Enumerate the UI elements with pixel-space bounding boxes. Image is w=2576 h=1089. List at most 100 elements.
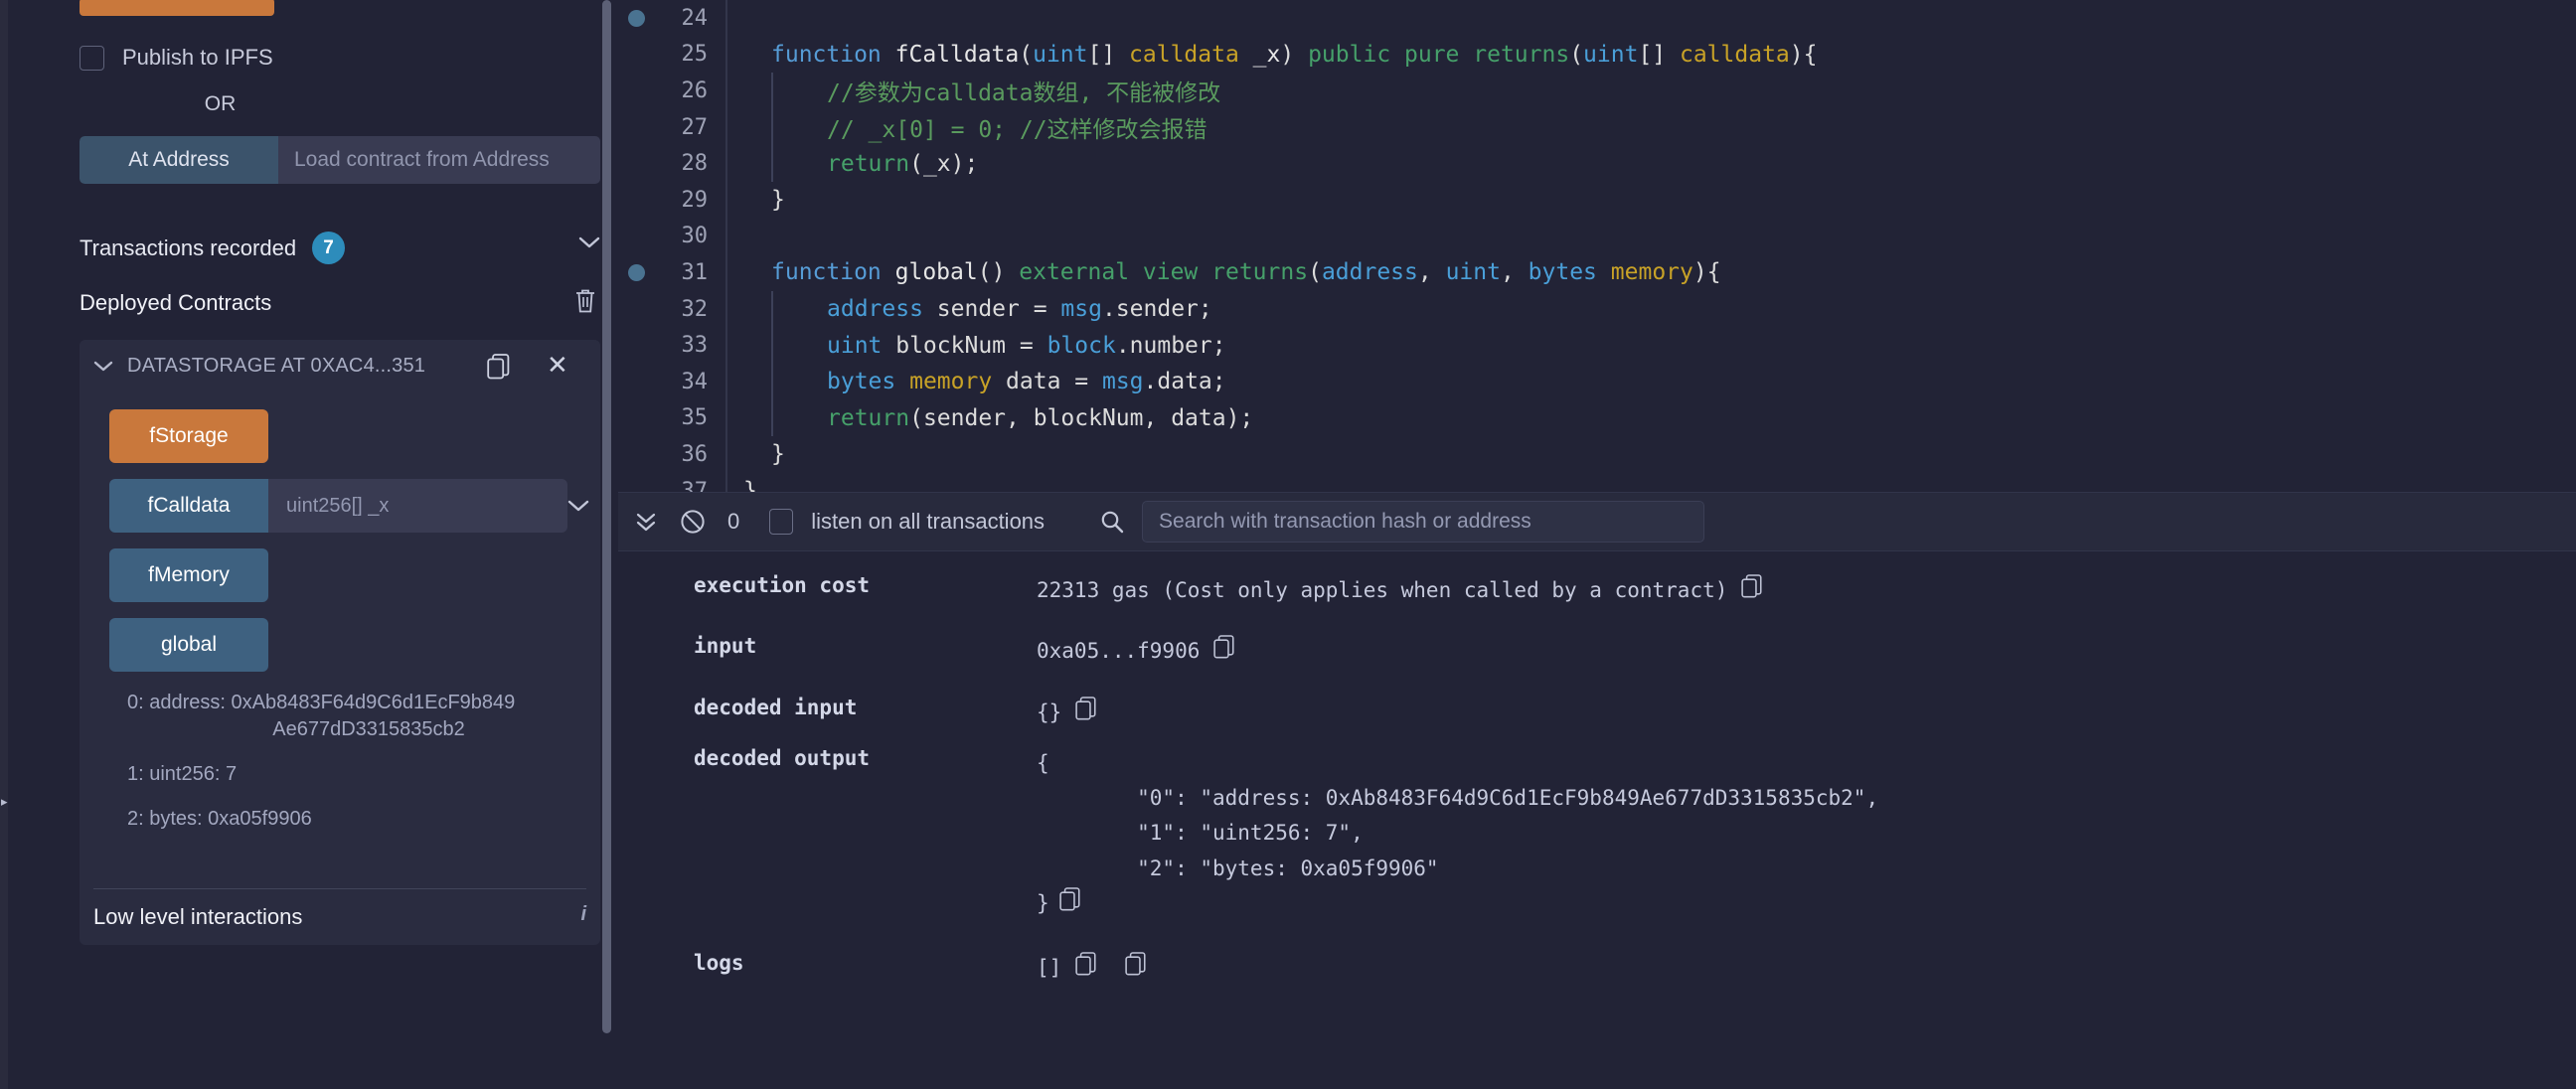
detail-value: { "0": "address: 0xAb8483F64d9C6d1EcF9b8… (1037, 746, 1878, 921)
function-button-global[interactable]: global (109, 618, 268, 672)
code-text: return(_x); (827, 151, 978, 177)
contract-function-list: fStorage fCalldata fMemory global (109, 409, 570, 672)
close-icon[interactable]: ✕ (547, 350, 568, 381)
code-text: } (743, 478, 757, 492)
function-input-fCalldata[interactable] (268, 479, 567, 533)
indent-guide (771, 364, 773, 400)
copy-icon[interactable] (487, 354, 513, 382)
listen-on-all-transactions-checkbox[interactable] (769, 509, 793, 535)
info-icon[interactable]: i (580, 903, 586, 926)
chevron-down-icon[interactable] (93, 360, 113, 373)
line-number: 36 (654, 442, 725, 467)
code-text: uint blockNum = block.number; (827, 333, 1226, 359)
transaction-detail-row: decoded output{ "0": "address: 0xAb8483F… (618, 746, 2576, 921)
indent-guide (771, 291, 773, 328)
code-text: function global() external view returns(… (771, 259, 1721, 285)
transaction-detail-row: decoded input{} (618, 696, 2576, 730)
code-line: 25function fCalldata(uint[] calldata _x)… (618, 37, 2576, 74)
indent-guide (771, 400, 773, 437)
code-line: 26//参数为calldata数组, 不能被修改 (618, 73, 2576, 109)
function-button-fStorage[interactable]: fStorage (109, 409, 268, 463)
function-button-fCalldata[interactable]: fCalldata (109, 479, 268, 533)
code-line: 31function global() external view return… (618, 254, 2576, 291)
at-address-row: At Address (80, 136, 600, 184)
chevron-down-icon[interactable] (567, 499, 589, 513)
detail-value: [] (1037, 951, 1149, 986)
publish-to-ipfs-row[interactable]: Publish to IPFS (80, 45, 563, 71)
indent-guide (771, 109, 773, 146)
detail-value: {} (1037, 696, 1099, 730)
deploy-button[interactable] (80, 0, 274, 16)
code-text: return(sender, blockNum, data); (827, 405, 1253, 431)
code-line: 29} (618, 182, 2576, 219)
code-line: 37} (618, 473, 2576, 492)
function-button-fMemory[interactable]: fMemory (109, 548, 268, 602)
chevron-down-icon[interactable] (578, 235, 600, 249)
line-number: 27 (654, 115, 725, 140)
clear-console-icon[interactable] (680, 509, 706, 535)
indent-guide (771, 145, 773, 182)
low-level-interactions-row: Low level interactions i (80, 889, 600, 945)
return-value-1: 1: uint256: 7 (127, 761, 570, 788)
copy-icon[interactable] (1075, 697, 1099, 722)
at-address-input[interactable] (278, 136, 600, 184)
contract-function-row: fCalldata (109, 479, 570, 533)
publish-to-ipfs-checkbox[interactable] (80, 46, 104, 71)
code-line: 36} (618, 436, 2576, 473)
code-line: 28 return(_x); (618, 145, 2576, 182)
code-text: } (771, 187, 785, 213)
copy-icon[interactable] (1741, 574, 1765, 600)
transactions-recorded-label: Transactions recorded (80, 235, 296, 261)
function-return-values: 0: address: 0xAb8483F64d9C6d1EcF9b849 Ae… (109, 690, 570, 833)
breakpoint-icon[interactable] (618, 10, 654, 27)
trash-icon[interactable] (574, 288, 596, 314)
transactions-recorded-count-badge: 7 (312, 232, 345, 264)
line-number: 26 (654, 78, 725, 103)
copy-icon[interactable] (1125, 952, 1149, 978)
detail-key: decoded input (618, 696, 1037, 719)
contract-function-row: global (109, 618, 570, 672)
sidebar-scrollbar-thumb[interactable] (602, 0, 611, 1033)
line-number: 33 (654, 333, 725, 358)
line-number: 37 (654, 479, 725, 492)
transaction-detail-row: execution cost22313 gas (Cost only appli… (618, 573, 2576, 608)
transactions-recorded-row[interactable]: Transactions recorded 7 (80, 232, 600, 264)
main-area: 2425function fCalldata(uint[] calldata _… (618, 0, 2576, 1089)
code-line: 27// _x[0] = 0; //这样修改会报错 (618, 109, 2576, 146)
copy-icon[interactable] (1059, 887, 1083, 913)
search-input[interactable] (1142, 501, 1704, 543)
sidebar-scrollbar[interactable] (602, 0, 611, 1089)
contract-card-body: fStorage fCalldata fMemory global 0: addres… (80, 391, 600, 872)
indent-guide (771, 73, 773, 109)
terminal-panel: 0 listen on all transactions execution c… (618, 492, 2576, 1089)
line-number: 29 (654, 188, 725, 213)
detail-key: input (618, 634, 1037, 658)
transaction-detail-row: logs[] (618, 951, 2576, 986)
return-value-0: 0: address: 0xAb8483F64d9C6d1EcF9b849 Ae… (127, 690, 570, 743)
copy-icon[interactable] (1075, 952, 1099, 978)
line-number: 30 (654, 224, 725, 248)
return-0-value-part2: Ae677dD3315835cb2 (127, 716, 570, 743)
contract-function-row: fStorage (109, 409, 570, 463)
code-text: function fCalldata(uint[] calldata _x) p… (771, 42, 1817, 68)
copy-icon[interactable] (1213, 635, 1237, 661)
at-address-button[interactable]: At Address (80, 136, 278, 184)
return-0-value-part1: 0xAb8483F64d9C6d1EcF9b849 (232, 692, 516, 713)
code-line: 32address sender = msg.sender; (618, 291, 2576, 328)
return-0-label: 0: address: (127, 692, 226, 713)
contract-card-title: DATASTORAGE AT 0XAC4...3510D (127, 355, 425, 378)
terminal-toolbar: 0 listen on all transactions (618, 492, 2576, 551)
line-number: 28 (654, 151, 725, 176)
or-separator-label: OR (80, 92, 361, 116)
code-line: 24 (618, 0, 2576, 37)
rail-expand-arrow-icon[interactable]: ▸ (1, 795, 7, 809)
pending-transaction-count: 0 (727, 509, 739, 535)
contract-card-header[interactable]: DATASTORAGE AT 0XAC4...3510D ✕ (80, 340, 600, 391)
breakpoint-icon[interactable] (618, 264, 654, 281)
indent-guide (771, 327, 773, 364)
search-icon (1100, 510, 1124, 534)
detail-value: 0xa05...f9906 (1037, 634, 1237, 669)
deploy-and-run-panel: Publish to IPFS OR At Address Transactio… (8, 0, 618, 1089)
collapse-all-icon[interactable] (634, 509, 658, 535)
code-editor[interactable]: 2425function fCalldata(uint[] calldata _… (618, 0, 2576, 492)
